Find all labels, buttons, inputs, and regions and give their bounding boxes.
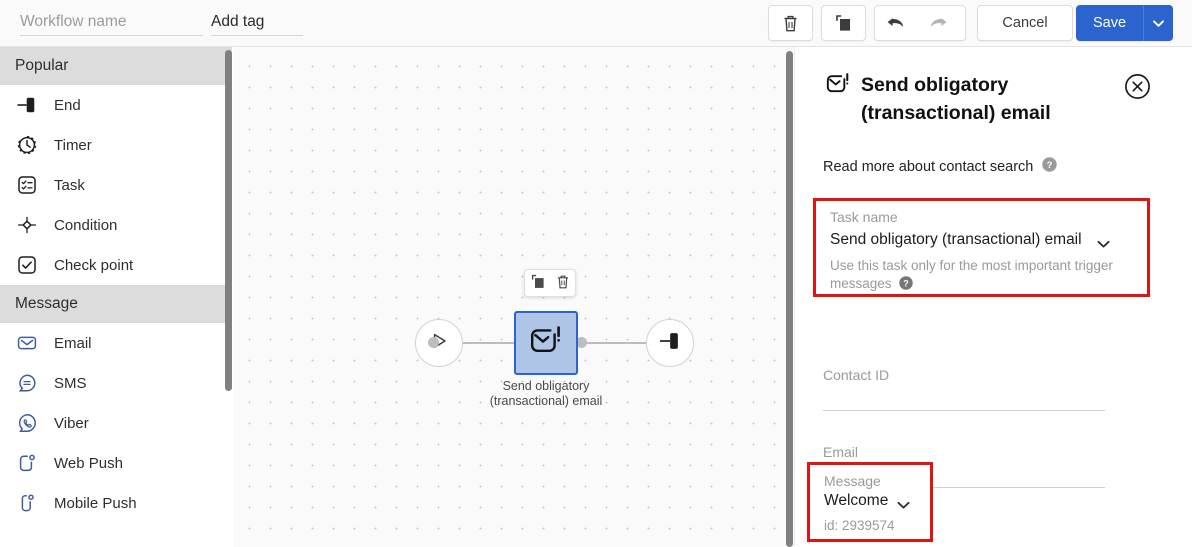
svg-text:?: ? <box>904 278 909 288</box>
sidebar-item-condition[interactable]: Condition <box>0 205 232 245</box>
sidebar-item-task[interactable]: Task <box>0 165 232 205</box>
close-circle-icon <box>1124 73 1151 103</box>
contact-id-underline <box>823 410 1105 411</box>
sidebar-item-label: End <box>54 96 81 114</box>
sidebar-item-timer[interactable]: Timer <box>0 125 232 165</box>
sidebar-item-end[interactable]: End <box>0 85 232 125</box>
task-settings-panel: Send obligatory (transactional) email Re… <box>794 47 1192 547</box>
copy-icon <box>835 14 852 32</box>
condition-diamond-icon <box>16 214 50 236</box>
message-highlight: Message Welcome id: 2939574 <box>807 462 933 542</box>
email-envelope-icon <box>16 332 50 354</box>
web-push-icon <box>16 452 50 474</box>
task-checklist-icon <box>16 174 50 196</box>
sidebar-item-label: Viber <box>54 414 89 432</box>
sidebar-scrollbar[interactable] <box>225 50 232 391</box>
panel-title-line1: Send obligatory <box>861 74 1009 96</box>
sidebar-item-label: SMS <box>54 374 87 392</box>
save-button-group: Save <box>1076 5 1173 41</box>
task-node-label-line2: (transactional) email <box>489 394 603 408</box>
canvas-scrollbar[interactable] <box>786 51 793 547</box>
viber-icon <box>16 412 50 434</box>
sidebar-item-label: Check point <box>54 256 134 274</box>
cancel-button[interactable]: Cancel <box>977 5 1073 41</box>
node-action-toolbar <box>524 269 576 297</box>
chevron-down-icon <box>1152 16 1165 31</box>
end-node[interactable] <box>646 319 694 367</box>
task-name-value[interactable]: Send obligatory (transactional) email <box>830 231 1082 249</box>
workflow-editor: Cancel Save Popular End <box>0 0 1192 547</box>
blocks-sidebar: Popular End Timer Task Condition Check p… <box>0 47 232 547</box>
sidebar-item-label: Email <box>54 334 92 352</box>
delete-button[interactable] <box>769 6 811 40</box>
task-name-highlight: Task name Send obligatory (transactional… <box>813 198 1150 297</box>
top-toolbar: Cancel Save <box>0 0 1192 47</box>
workflow-name-input[interactable] <box>20 8 203 36</box>
sidebar-item-web-push[interactable]: Web Push <box>0 443 232 483</box>
undo-redo-group <box>874 5 966 41</box>
timer-clock-icon <box>16 134 50 156</box>
workflow-canvas[interactable]: Send obligatory (transactional) email <box>233 47 794 547</box>
sidebar-item-email[interactable]: Email <box>0 323 232 363</box>
message-id: id: 2939574 <box>824 518 895 533</box>
read-more-label: Read more about contact search <box>823 158 1034 175</box>
help-question-icon[interactable]: ? <box>1042 157 1058 176</box>
sidebar-item-label: Mobile Push <box>54 494 137 512</box>
task-node-label-line1: Send obligatory <box>502 379 590 393</box>
message-value[interactable]: Welcome <box>824 492 888 510</box>
copy-button[interactable] <box>822 6 864 40</box>
mobile-push-icon <box>16 492 50 514</box>
start-node[interactable] <box>415 319 463 367</box>
node-delete-button[interactable] <box>550 270 575 296</box>
end-node-icon <box>16 96 50 114</box>
sidebar-item-check-point[interactable]: Check point <box>0 245 232 285</box>
trash-icon <box>782 14 799 33</box>
end-node-icon <box>658 331 682 356</box>
add-tag-input[interactable] <box>211 8 303 36</box>
task-name-hint-text: Use this task only for the most importan… <box>830 258 1113 291</box>
sidebar-item-viber[interactable]: Viber <box>0 403 232 443</box>
sidebar-item-sms[interactable]: SMS <box>0 363 232 403</box>
sidebar-item-mobile-push[interactable]: Mobile Push <box>0 483 232 523</box>
delete-button-group <box>768 5 813 41</box>
copy-icon <box>531 274 545 292</box>
sidebar-item-label: Task <box>54 176 85 194</box>
chevron-down-icon[interactable] <box>1096 236 1111 254</box>
close-panel-button[interactable] <box>1121 72 1153 104</box>
help-question-icon[interactable]: ? <box>899 276 914 295</box>
check-point-icon <box>16 254 50 276</box>
svg-text:?: ? <box>1047 160 1053 171</box>
panel-title: Send obligatory (transactional) email <box>861 71 1123 127</box>
node-copy-button[interactable] <box>525 270 550 296</box>
sidebar-section-popular: Popular <box>0 47 232 85</box>
sidebar-section-title: Message <box>15 295 78 312</box>
sms-bubble-icon <box>16 372 50 394</box>
contact-id-label: Contact ID <box>823 367 890 383</box>
task-name-hint: Use this task only for the most importan… <box>830 257 1130 295</box>
chevron-down-icon[interactable] <box>896 497 911 515</box>
redo-button[interactable] <box>917 6 959 40</box>
sidebar-item-label: Condition <box>54 216 118 234</box>
copy-button-group <box>821 5 866 41</box>
task-node-label: Send obligatory (transactional) email <box>461 379 631 409</box>
redo-arrow-icon <box>928 14 948 32</box>
email-label: Email <box>823 444 859 460</box>
sidebar-item-label: Web Push <box>54 454 123 472</box>
obligatory-email-icon <box>526 322 566 365</box>
undo-arrow-icon <box>886 14 906 32</box>
save-button[interactable]: Save <box>1076 5 1143 41</box>
undo-button[interactable] <box>875 6 917 40</box>
sidebar-section-message: Message <box>0 285 232 323</box>
port-start-out[interactable] <box>428 337 439 348</box>
sidebar-section-title: Popular <box>15 57 69 74</box>
read-more-link[interactable]: Read more about contact search ? <box>823 157 1058 176</box>
message-label: Message <box>824 473 881 489</box>
task-name-label: Task name <box>830 209 898 225</box>
selected-task-node[interactable] <box>514 311 578 375</box>
panel-title-line2: (transactional) email <box>861 102 1051 124</box>
save-dropdown-button[interactable] <box>1143 5 1173 41</box>
sidebar-item-label: Timer <box>54 136 92 154</box>
obligatory-email-icon <box>823 70 853 103</box>
trash-icon <box>556 274 570 293</box>
